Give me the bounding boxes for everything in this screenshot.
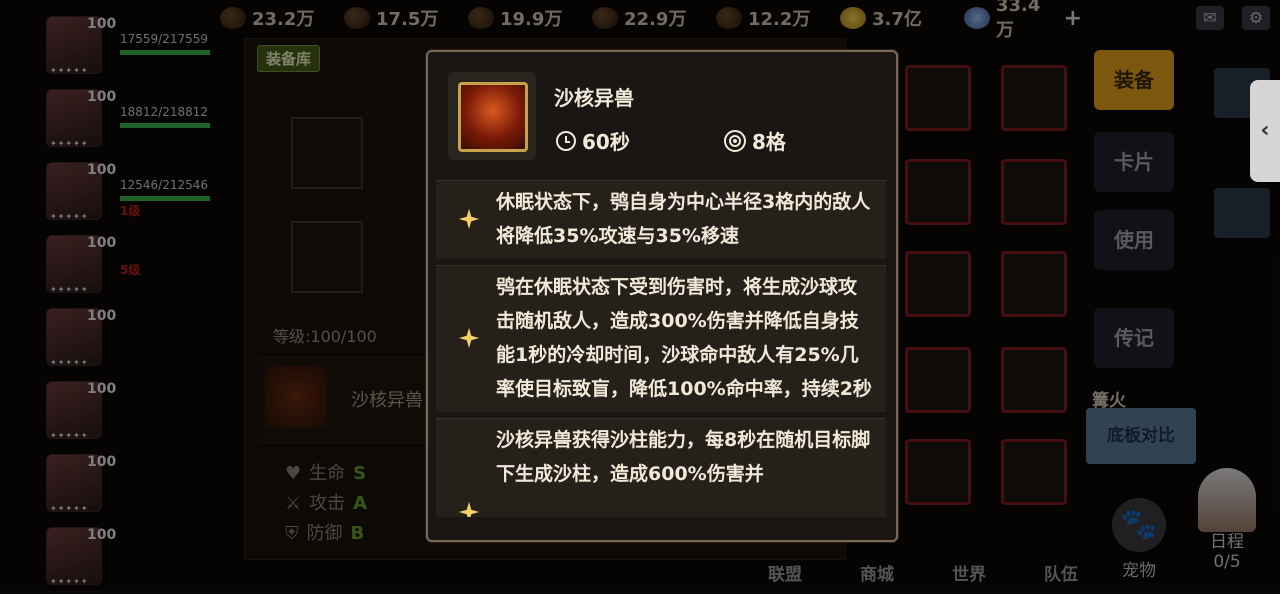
paw-icon: 🐾 <box>1112 498 1166 552</box>
hero-card[interactable]: 100 17559/217559 ✦✦✦✦✦ <box>40 10 240 83</box>
inventory-slot[interactable] <box>1001 347 1067 413</box>
effect-item: 鸮在休眠状态下受到伤害时，将生成沙球攻击随机敌人，造成300%伤害并降低自身技能… <box>436 265 886 412</box>
effect-list: 休眠状态下，鸮自身为中心半径3格内的敌人将降低35%攻速与35%移速 鸮在休眠状… <box>436 180 886 523</box>
shield-icon: ⛨ <box>285 523 299 544</box>
target-icon <box>724 129 746 152</box>
equipment-library-tag[interactable]: 装备库 <box>257 45 321 72</box>
add-currency-button[interactable]: + <box>1064 6 1082 31</box>
diamond-icon <box>964 7 990 29</box>
mail-icon[interactable]: ✉ <box>1196 6 1224 30</box>
skill-name: 沙核异兽 <box>554 86 634 110</box>
stat-hp: ♥ 生命 S <box>285 459 367 489</box>
crystal-icon <box>468 7 494 29</box>
side-thumbnail[interactable] <box>1214 188 1270 238</box>
hero-card[interactable]: 100 ✦✦✦✦✦ <box>40 302 240 375</box>
equipment-level: 等级:100/100 <box>273 327 377 346</box>
sparkle-icon <box>458 208 480 230</box>
stat-attack: ⚔ 攻击 A <box>285 489 367 519</box>
potion-icon <box>592 7 618 29</box>
range: 8格 <box>724 126 786 155</box>
stat-list: ♥ 生命 S ⚔ 攻击 A ⛨ 防御 B <box>285 459 367 549</box>
effect-item: 沙核异兽获得沙柱能力，每8秒在随机目标脚下生成沙柱，造成600%伤害并 <box>436 418 886 517</box>
resource-bar: 23.2万 17.5万 19.9万 22.9万 12.2万 3.7亿 33.4万… <box>220 0 1280 41</box>
inventory-slot[interactable] <box>1001 65 1067 131</box>
inventory-slot[interactable] <box>905 65 971 131</box>
skill-icon-frame <box>448 72 536 160</box>
resource-2: 17.5万 <box>344 5 462 31</box>
tab-equipment[interactable]: 装备 <box>1094 50 1174 110</box>
stat-defense: ⛨ 防御 B <box>285 519 367 549</box>
nav-world[interactable]: 世界 <box>944 560 994 585</box>
weapon-slot[interactable] <box>291 117 363 189</box>
sword-icon: ⚔ <box>285 493 302 514</box>
resource-4: 22.9万 <box>592 5 710 31</box>
hp-bar <box>120 196 210 201</box>
skill-tooltip: 沙核异兽 60秒 8格 休眠状态下，鸮自身为中心半径3格内的敌人将降低35%攻速… <box>426 50 898 542</box>
tab-biography[interactable]: 传记 <box>1094 308 1174 368</box>
effect-item: 休眠状态下，鸮自身为中心半径3格内的敌人将降低35%攻速与35%移速 <box>436 180 886 259</box>
hero-card[interactable]: 100 ✦✦✦✦✦ <box>40 448 240 521</box>
compare-button[interactable]: 底板对比 <box>1086 408 1196 464</box>
tab-use[interactable]: 使用 <box>1094 210 1174 270</box>
inventory-slot[interactable] <box>905 251 971 317</box>
gem-icon <box>344 7 370 29</box>
hero-card[interactable]: 100 18812/218812 ✦✦✦✦✦ <box>40 83 240 156</box>
nav-team[interactable]: 队伍 <box>1036 560 1086 585</box>
armor-slot[interactable] <box>291 221 363 293</box>
scroll-icon <box>716 7 742 29</box>
tooltip-header: 沙核异兽 60秒 8格 <box>428 52 896 172</box>
resource-3: 19.9万 <box>468 5 586 31</box>
bottom-nav: 联盟 商城 世界 队伍 <box>760 560 1086 585</box>
resource-5: 12.2万 <box>716 5 834 31</box>
collapse-sidebar-button[interactable]: ‹ <box>1250 80 1280 182</box>
tab-cards[interactable]: 卡片 <box>1094 132 1174 192</box>
coin-icon <box>220 7 246 29</box>
inventory-slot[interactable] <box>1001 439 1067 505</box>
schedule-button[interactable]: 日程 0/5 <box>1196 468 1258 572</box>
nav-alliance[interactable]: 联盟 <box>760 560 810 585</box>
settings-icon[interactable]: ⚙ <box>1242 6 1270 30</box>
resource-6: 3.7亿 <box>840 5 958 31</box>
sparkle-icon <box>458 501 480 517</box>
hero-list: 100 17559/217559 ✦✦✦✦✦ 100 18812/218812 ✦✦✦✦… <box>40 10 240 594</box>
inventory-slot[interactable] <box>905 439 971 505</box>
clock-icon <box>556 130 576 151</box>
inventory-slot[interactable] <box>1001 159 1067 225</box>
sand-beast-icon <box>458 82 528 152</box>
pet-name: 沙核异兽 <box>351 390 423 411</box>
resource-1: 23.2万 <box>220 5 338 31</box>
nav-shop[interactable]: 商城 <box>852 560 902 585</box>
hero-card[interactable]: 100 ✦✦✦✦✦ <box>40 375 240 448</box>
hp-bar <box>120 50 210 55</box>
hero-card[interactable]: 100 5级 ✦✦✦✦✦ <box>40 229 240 302</box>
sparkle-icon <box>458 327 480 349</box>
hero-card[interactable]: 100 ✦✦✦✦✦ <box>40 521 240 594</box>
inventory-slot[interactable] <box>905 347 971 413</box>
hp-bar <box>120 123 210 128</box>
inventory-slot[interactable] <box>905 159 971 225</box>
inventory-slot[interactable] <box>1001 251 1067 317</box>
hero-card[interactable]: 100 12546/212546 1级 ✦✦✦✦✦ <box>40 156 240 229</box>
pet-icon <box>265 366 327 428</box>
heart-icon: ♥ <box>285 463 302 484</box>
resource-7: 33.4万 + <box>964 0 1082 42</box>
gold-icon <box>840 7 866 29</box>
avatar <box>1198 468 1256 532</box>
cooldown: 60秒 <box>556 126 630 155</box>
pet-button[interactable]: 🐾 宠物 <box>1108 498 1170 588</box>
